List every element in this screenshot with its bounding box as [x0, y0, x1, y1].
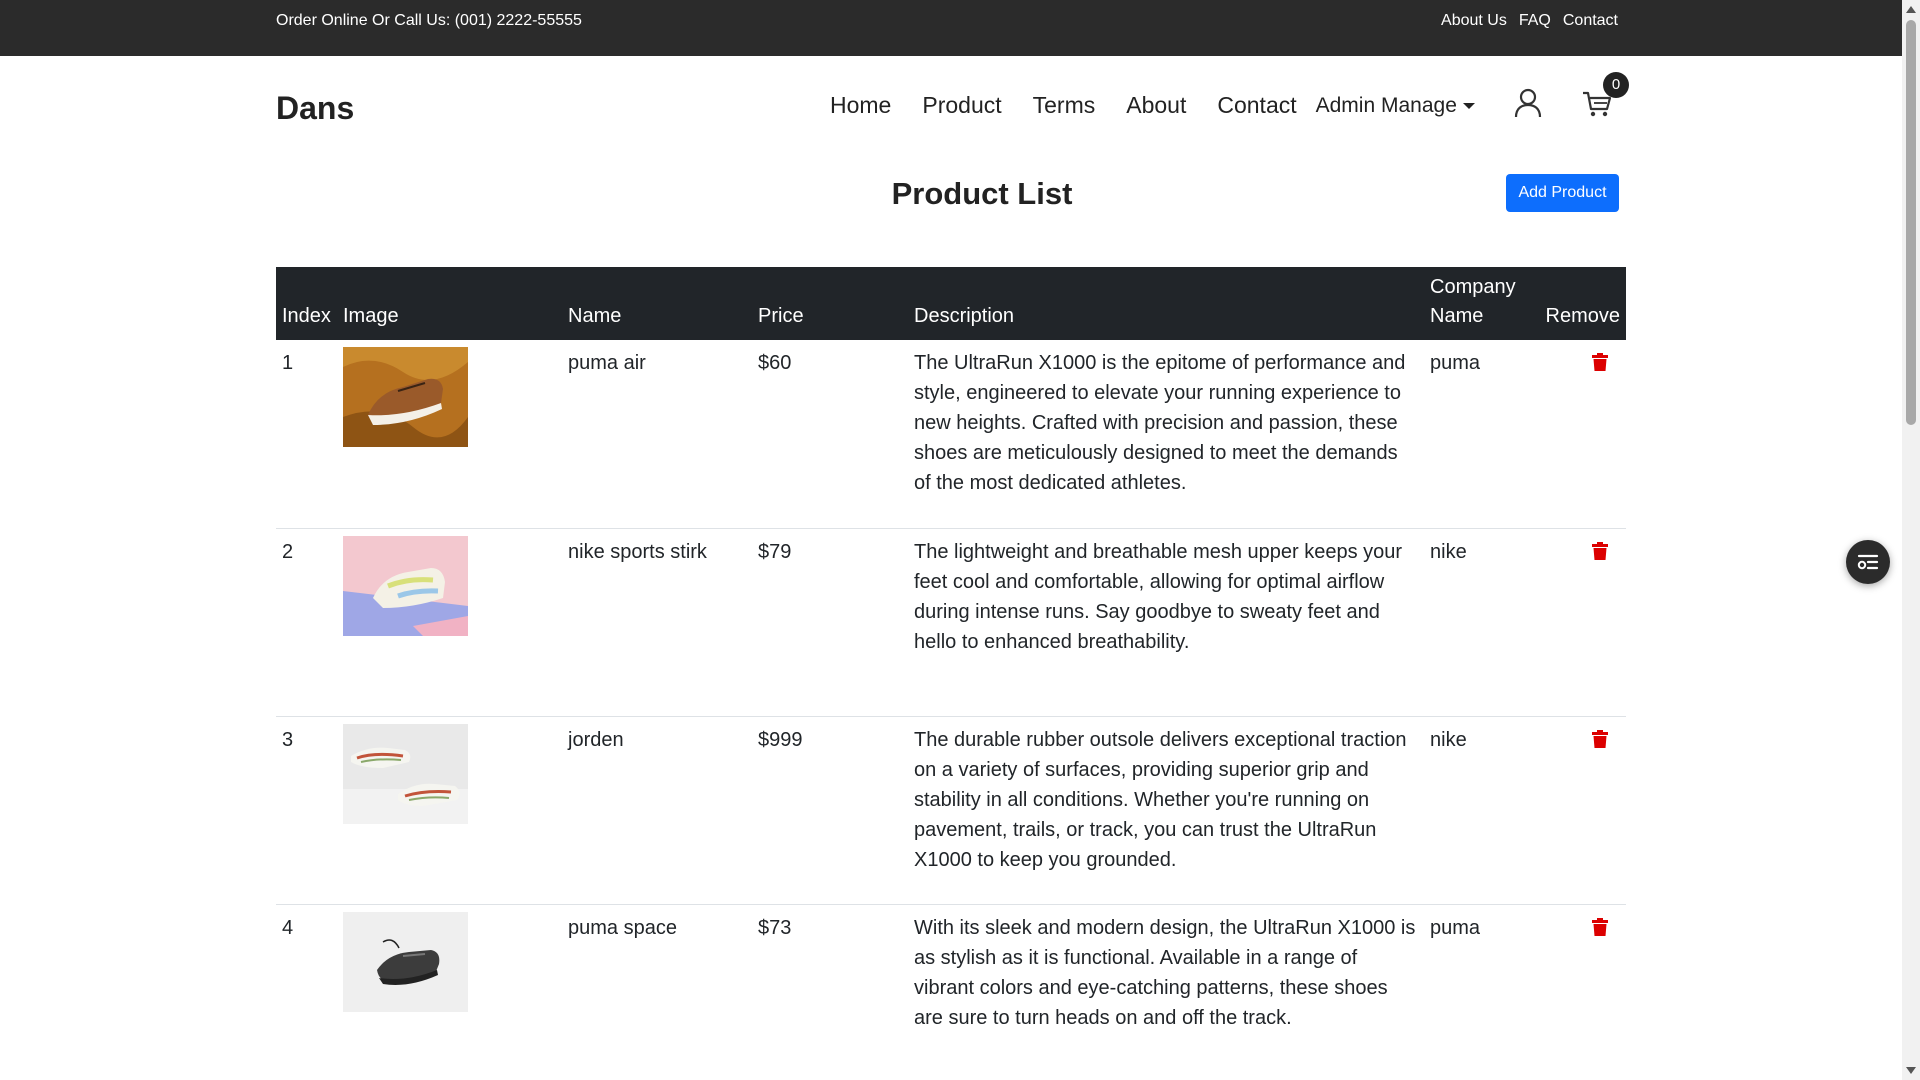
main-nav: Home Product Terms About Contact Admin M… — [830, 92, 1475, 119]
header-remove: Remove — [1545, 305, 1620, 327]
header-image: Image — [343, 305, 399, 327]
top-link-about-us[interactable]: About Us — [1441, 12, 1507, 30]
scroll-up-arrow-icon[interactable] — [1906, 6, 1916, 13]
product-image-puma-space — [343, 911, 468, 1012]
table-row: 4 puma space $73 With its sleek and mode… — [276, 904, 1626, 1080]
row-name: puma air — [562, 340, 752, 529]
row-description: With its sleek and modern design, the Ul… — [914, 916, 1416, 1029]
product-image-nike-sports-stirk — [343, 535, 468, 636]
scroll-down-arrow-icon[interactable] — [1906, 1067, 1916, 1074]
trash-icon[interactable] — [1592, 353, 1608, 371]
row-company: nike — [1424, 528, 1534, 717]
nav-home[interactable]: Home — [830, 92, 891, 119]
row-price: $73 — [758, 916, 792, 939]
trash-icon[interactable] — [1592, 917, 1608, 936]
add-product-button[interactable]: Add Product — [1506, 174, 1619, 212]
admin-manage-label: Admin Manage — [1315, 93, 1457, 117]
nav-product[interactable]: Product — [922, 92, 1001, 119]
header-name: Name — [568, 305, 622, 327]
row-index: 3 — [276, 716, 337, 905]
table-row: 1 puma air $60 The UltraRun X1000 is the… — [276, 340, 1626, 529]
filter-list-icon — [1857, 554, 1879, 570]
row-remove-cell — [1534, 716, 1626, 905]
scrollbar-thumb[interactable] — [1906, 20, 1916, 425]
row-price: $999 — [752, 716, 908, 905]
top-bar: Order Online Or Call Us: (001) 2222-5555… — [0, 0, 1902, 56]
row-company: nike — [1424, 716, 1534, 905]
page-scrollbar[interactable] — [1902, 0, 1920, 1080]
nav-about[interactable]: About — [1126, 92, 1186, 119]
header-price: Price — [758, 305, 804, 327]
user-icon[interactable] — [1514, 88, 1542, 118]
header-company: Company Name — [1430, 276, 1516, 327]
row-name: jorden — [562, 716, 752, 905]
table-row: 2 nike sports stirk $79 The lightweight … — [276, 528, 1626, 717]
product-image-puma-air — [343, 347, 468, 447]
row-price: $60 — [752, 340, 908, 529]
table-row: 3 jorden $999 The durable rubber outsole… — [276, 716, 1626, 905]
row-name: puma space — [568, 916, 677, 939]
top-link-contact[interactable]: Contact — [1563, 12, 1618, 30]
row-remove-cell — [1534, 340, 1626, 529]
product-table: Index Image Name Price Description Compa… — [276, 267, 1626, 1080]
trash-icon[interactable] — [1592, 541, 1608, 560]
brand-logo[interactable]: Dans — [276, 90, 354, 127]
row-image-cell — [337, 904, 562, 1080]
row-remove-cell — [1534, 904, 1626, 1080]
row-index: 1 — [276, 340, 337, 529]
table-header-row: Index Image Name Price Description Compa… — [276, 267, 1626, 340]
page-title: Product List — [891, 176, 1073, 211]
row-remove-cell — [1534, 528, 1626, 717]
row-name: nike sports stirk — [562, 528, 752, 717]
cart-count-badge: 0 — [1603, 72, 1629, 98]
nav-contact[interactable]: Contact — [1217, 92, 1296, 119]
row-index: 2 — [276, 528, 337, 717]
row-price: $79 — [752, 528, 908, 717]
product-image-jorden — [343, 723, 468, 824]
top-links: About Us FAQ Contact — [1441, 12, 1618, 30]
row-image-cell — [337, 340, 562, 529]
chevron-down-icon — [1462, 102, 1475, 109]
header-index: Index — [282, 305, 331, 327]
promo-text: Order Online Or Call Us: (001) 2222-5555… — [276, 12, 582, 29]
floating-menu-button[interactable] — [1846, 540, 1890, 584]
trash-icon[interactable] — [1592, 729, 1608, 748]
row-index: 4 — [282, 916, 294, 939]
admin-manage-dropdown[interactable]: Admin Manage — [1316, 94, 1475, 118]
row-description: The durable rubber outsole delivers exce… — [908, 716, 1424, 905]
product-table-wrapper: Index Image Name Price Description Compa… — [276, 267, 1626, 1080]
top-link-faq[interactable]: FAQ — [1519, 12, 1551, 30]
row-image-cell — [337, 528, 562, 717]
nav-terms[interactable]: Terms — [1033, 92, 1096, 119]
row-image-cell — [337, 716, 562, 905]
header-description: Description — [914, 305, 1015, 327]
row-description: The lightweight and breathable mesh uppe… — [908, 528, 1424, 717]
row-description: The UltraRun X1000 is the epitome of per… — [908, 340, 1424, 529]
row-company: puma — [1424, 340, 1534, 529]
row-company: puma — [1430, 916, 1481, 939]
